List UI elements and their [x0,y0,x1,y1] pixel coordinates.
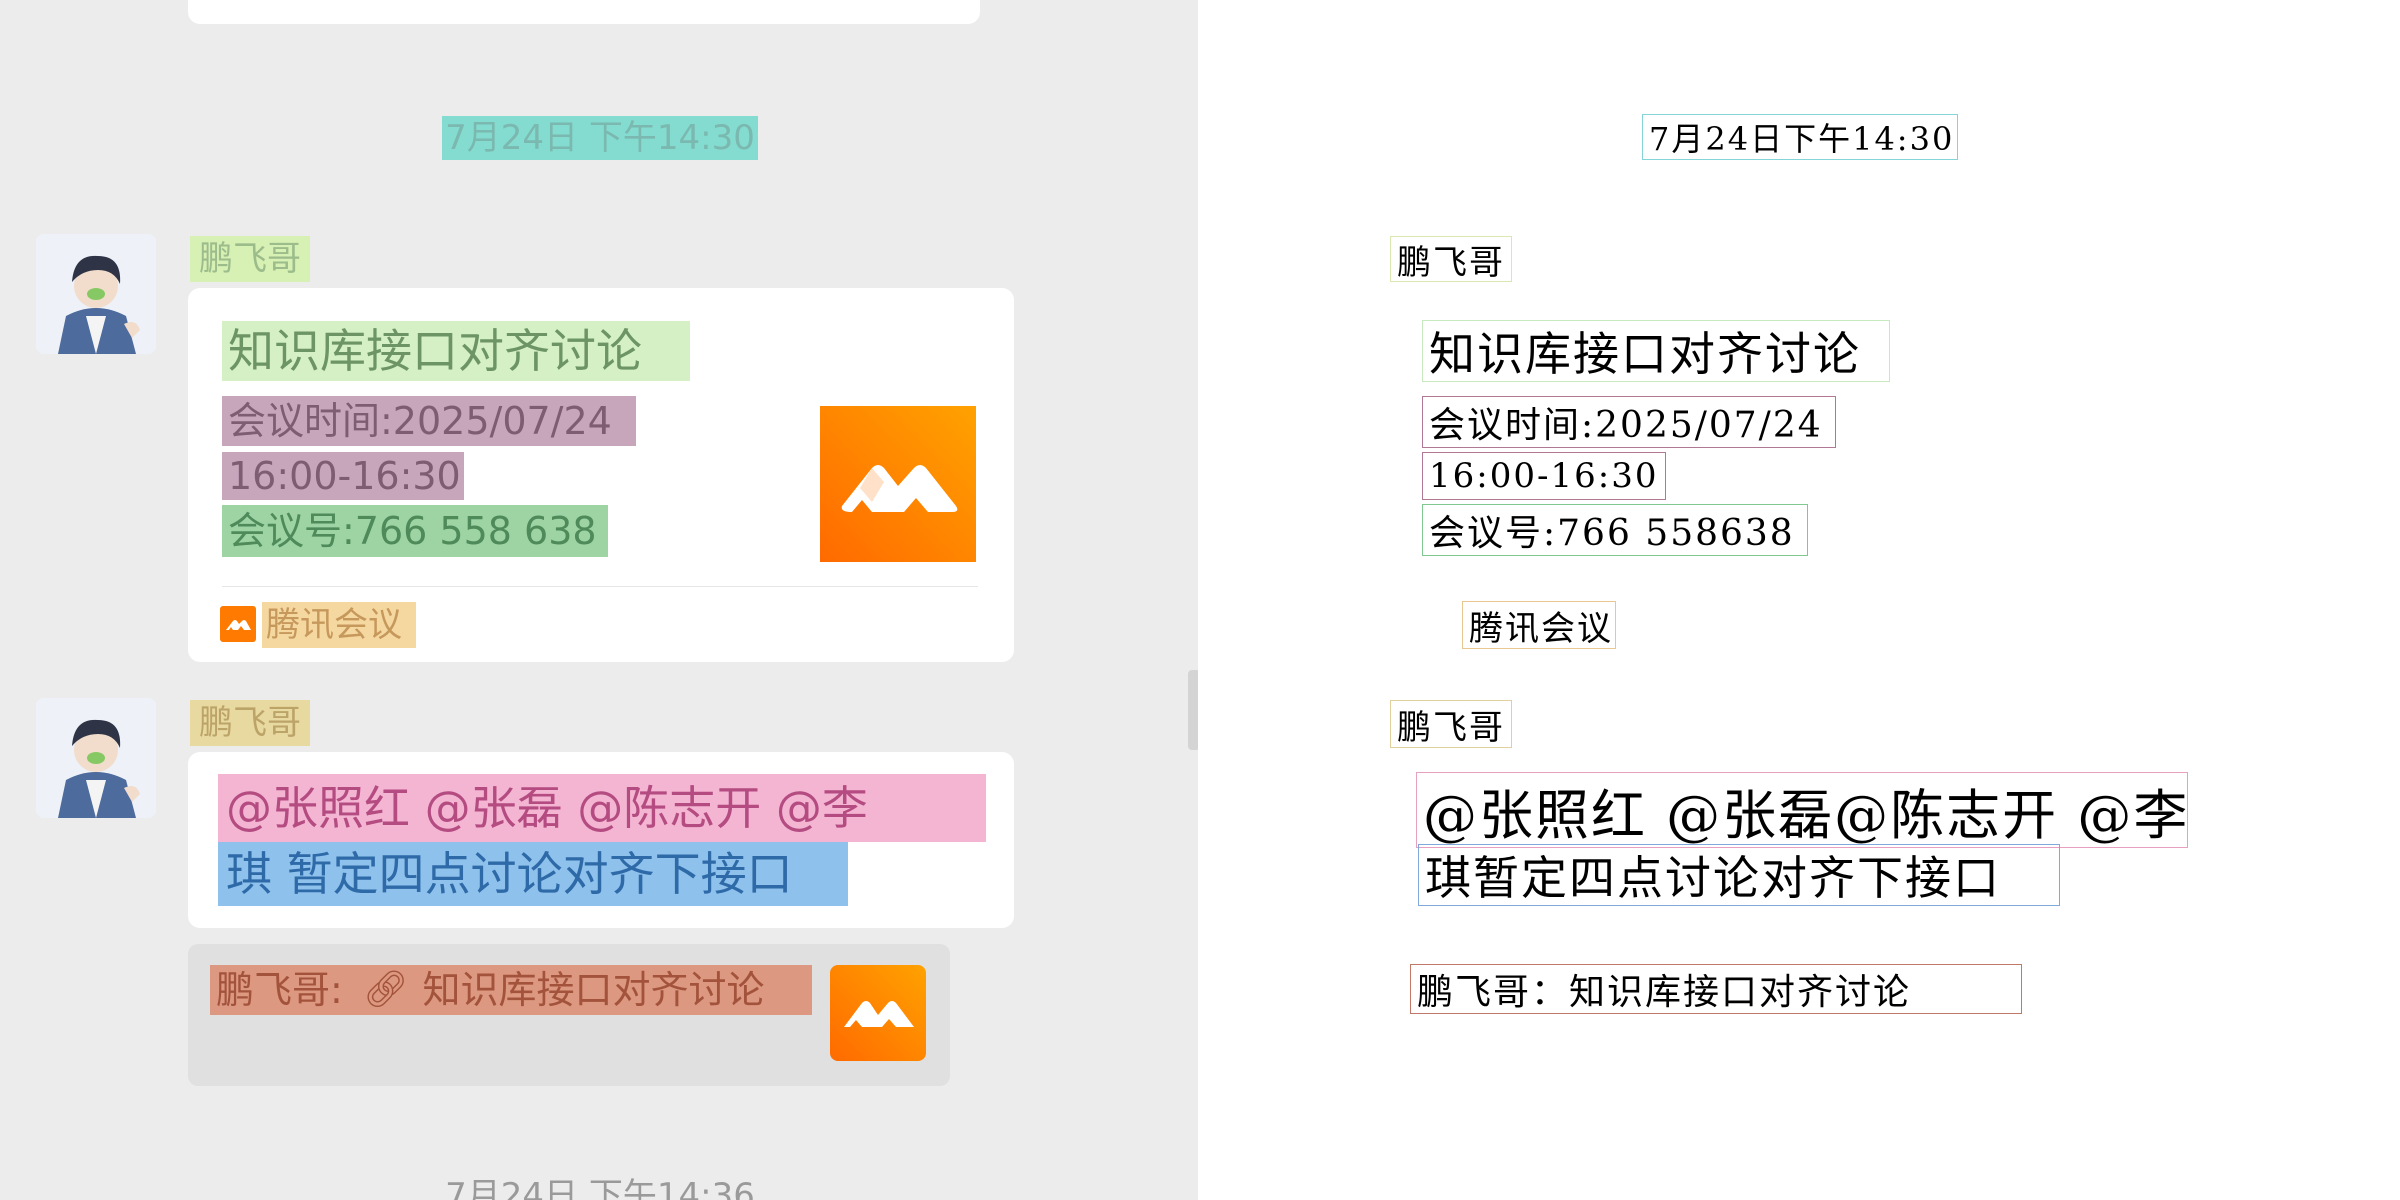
app-name: 腾讯会议 [262,602,416,648]
meeting-card[interactable]: 知识库接口对齐讨论 会议时间:2025/07/24 16:00-16:30 会议… [188,288,1014,662]
timestamp-text: 7月24日 下午14:30 [445,118,755,158]
card-divider [222,586,978,587]
ocr-message-2-text: 琪暂定四点讨论对齐下接口 [1425,851,2001,905]
meeting-time-range-text: 16:00-16:30 [228,454,461,498]
tencent-meeting-logo-icon [820,406,976,562]
meeting-title-text: 知识库接口对齐讨论 [228,324,642,378]
quote-text: 鹏飞哥: 🔗︎ 知识库接口对齐讨论 [210,965,812,1015]
message-line-1-text: @张照红 @张磊 @陈志开 @李 [226,781,868,835]
sender-name[interactable]: 鹏飞哥 [190,236,310,282]
ocr-timestamp-text: 7月24日下午14:30 [1649,120,1955,158]
ocr-app-name-text: 腾讯会议 [1469,608,1613,649]
ocr-meeting-id: 会议号:766 558638 [1422,504,1808,556]
ocr-sender-name-2: 鹏飞哥 [1390,700,1512,748]
timestamp: 7月24日 下午14:36 [442,1174,758,1200]
timestamp: 7月24日 下午14:30 [442,116,758,160]
ocr-title-text: 知识库接口对齐讨论 [1429,327,1861,381]
ocr-meeting-time-2: 16:00-16:30 [1422,452,1666,500]
ocr-timestamp: 7月24日下午14:30 [1642,114,1958,160]
sender-name-text: 鹏飞哥 [199,703,301,743]
ocr-message-1-text: @张照红 @张磊@陈志开 @李 [1423,783,2188,847]
ocr-quote-text: 鹏飞哥：知识库接口对齐讨论 [1417,972,1912,1013]
ocr-sender-2-text: 鹏飞哥 [1397,707,1505,748]
quote-prefix: 鹏飞哥: [216,968,343,1012]
meeting-time-line-1: 会议时间:2025/07/24 [222,396,636,446]
meeting-title: 知识库接口对齐讨论 [222,321,690,381]
ocr-meeting-id-text: 会议号:766 558638 [1429,513,1795,554]
ocr-message-line-2: 琪暂定四点讨论对齐下接口 [1418,844,2060,906]
ocr-quote: 鹏飞哥：知识库接口对齐讨论 [1410,964,2022,1014]
tencent-meeting-small-icon [220,606,256,642]
meeting-time-line-2: 16:00-16:30 [222,452,464,500]
ocr-time-text: 会议时间:2025/07/24 [1429,405,1823,446]
message-line-2: 琪 暂定四点讨论对齐下接口 [218,842,848,906]
message-bubble[interactable]: @张照红 @张磊 @陈志开 @李 琪 暂定四点讨论对齐下接口 [188,752,1014,928]
message-line-2-text: 琪 暂定四点讨论对齐下接口 [226,847,793,901]
ocr-panel: 7月24日下午14:30 鹏飞哥 知识库接口对齐讨论 会议时间:2025/07/… [1200,0,2400,1200]
avatar-icon [36,698,156,818]
avatar[interactable] [36,698,156,818]
sender-name[interactable]: 鹏飞哥 [190,700,310,746]
quote-meeting-logo-icon [830,965,926,1061]
message-line-1: @张照红 @张磊 @陈志开 @李 [218,774,986,842]
ocr-app-name: 腾讯会议 [1462,601,1616,649]
link-icon: 🔗︎ [362,969,409,1010]
sender-name-text: 鹏飞哥 [199,239,301,279]
previous-message-card[interactable] [188,0,980,24]
ocr-message-line-1: @张照红 @张磊@陈志开 @李 [1416,772,2188,848]
scrollbar[interactable] [1188,670,1198,750]
ocr-sender-text: 鹏飞哥 [1397,242,1505,282]
ocr-meeting-title: 知识库接口对齐讨论 [1422,320,1890,382]
avatar-icon [36,234,156,354]
timestamp-text: 7月24日 下午14:36 [445,1176,755,1200]
meeting-time-text: 会议时间:2025/07/24 [228,399,612,443]
avatar[interactable] [36,234,156,354]
quoted-message[interactable]: 鹏飞哥: 🔗︎ 知识库接口对齐讨论 [188,944,950,1086]
meeting-id-text: 会议号:766 558 638 [228,509,597,553]
ocr-time-range-text: 16:00-16:30 [1429,456,1659,496]
ocr-sender-name: 鹏飞哥 [1390,236,1512,282]
ocr-meeting-time-1: 会议时间:2025/07/24 [1422,396,1836,448]
app-name-text: 腾讯会议 [266,605,402,645]
chat-panel: 7月24日 下午14:30 鹏飞哥 知识库接口对齐讨论 会议时间:2025/07… [0,0,1198,1200]
meeting-id: 会议号:766 558 638 [222,505,608,557]
quote-title: 知识库接口对齐讨论 [422,968,765,1012]
